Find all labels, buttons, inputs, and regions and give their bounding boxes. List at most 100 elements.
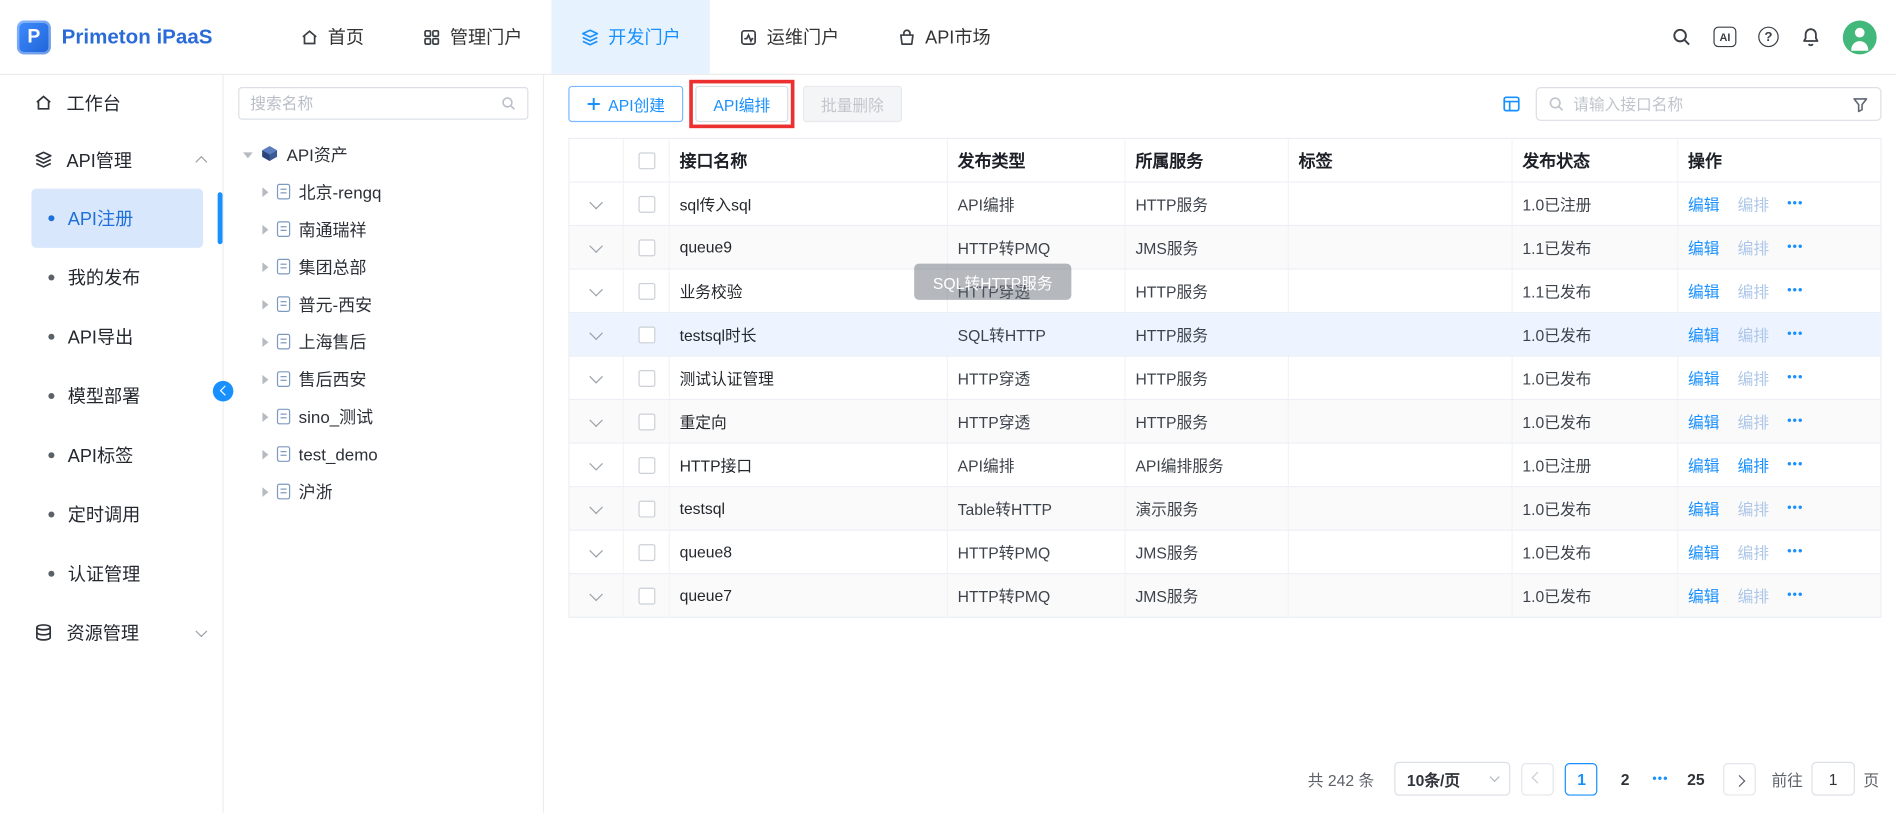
edit-link[interactable]: 编辑 — [1688, 453, 1719, 476]
user-avatar[interactable] — [1843, 20, 1877, 54]
orchestrate-link[interactable]: 编排 — [1738, 279, 1769, 302]
select-all-checkbox[interactable] — [638, 152, 655, 169]
sidebar-collapse-button[interactable] — [213, 381, 234, 402]
tree-node[interactable]: 北京-rengq — [238, 173, 528, 210]
page-number-last[interactable]: 25 — [1680, 762, 1713, 795]
orchestrate-link[interactable]: 编排 — [1738, 192, 1769, 215]
more-actions-icon[interactable]: ••• — [1787, 502, 1803, 515]
table-row[interactable]: 重定向 HTTP穿透 HTTP服务 1.0已发布 编辑编排••• — [570, 400, 1881, 444]
sidebar-item-scheduled-call[interactable]: 定时调用 — [31, 485, 203, 544]
edit-link[interactable]: 编辑 — [1688, 279, 1719, 302]
caret-right-icon[interactable] — [262, 487, 268, 497]
search-icon[interactable] — [1671, 27, 1692, 48]
caret-right-icon[interactable] — [262, 262, 268, 272]
tree-node[interactable]: 售后西安 — [238, 360, 528, 397]
row-expand-icon[interactable] — [589, 587, 603, 601]
ai-assistant-icon[interactable]: AI — [1713, 27, 1736, 48]
caret-down-icon[interactable] — [243, 152, 253, 158]
sidebar-item-api-export[interactable]: API导出 — [31, 307, 203, 366]
caret-right-icon[interactable] — [262, 412, 268, 422]
row-expand-icon[interactable] — [589, 500, 603, 514]
tree-node[interactable]: test_demo — [238, 435, 528, 472]
more-actions-icon[interactable]: ••• — [1787, 589, 1803, 602]
table-row[interactable]: sql传入sql API编排 HTTP服务 1.0已注册 编辑编排••• — [570, 183, 1881, 227]
sidebar-item-workbench[interactable]: 工作台 — [0, 75, 222, 131]
brand[interactable]: P Primeton iPaaS — [0, 0, 239, 74]
table-row[interactable]: queue7 HTTP转PMQ JMS服务 1.0已发布 编辑编排••• — [570, 574, 1881, 618]
goto-page-input[interactable] — [1811, 762, 1855, 796]
row-expand-icon[interactable] — [589, 326, 603, 340]
orchestrate-link[interactable]: 编排 — [1738, 541, 1769, 564]
tree-node[interactable]: 沪浙 — [238, 473, 528, 510]
filter-funnel-icon[interactable] — [1851, 95, 1869, 113]
edit-link[interactable]: 编辑 — [1688, 236, 1719, 259]
more-actions-icon[interactable]: ••• — [1787, 241, 1803, 254]
caret-right-icon[interactable] — [262, 449, 268, 459]
tree-root-api-assets[interactable]: API资产 — [238, 137, 528, 173]
row-expand-icon[interactable] — [589, 456, 603, 470]
api-orchestrate-button[interactable]: API编排 — [695, 86, 788, 122]
caret-right-icon[interactable] — [262, 299, 268, 309]
row-expand-icon[interactable] — [589, 369, 603, 383]
caret-right-icon[interactable] — [262, 374, 268, 384]
sidebar-item-model-deploy[interactable]: 模型部署 — [31, 366, 203, 425]
more-actions-icon[interactable]: ••• — [1787, 328, 1803, 341]
edit-link[interactable]: 编辑 — [1688, 323, 1719, 346]
more-actions-icon[interactable]: ••• — [1787, 197, 1803, 210]
table-row[interactable]: 测试认证管理 HTTP穿透 HTTP服务 1.0已发布 编辑编排••• — [570, 357, 1881, 401]
edit-link[interactable]: 编辑 — [1688, 584, 1719, 607]
edit-link[interactable]: 编辑 — [1688, 497, 1719, 520]
table-row[interactable]: queue8 HTTP转PMQ JMS服务 1.0已发布 编辑编排••• — [570, 531, 1881, 575]
more-actions-icon[interactable]: ••• — [1787, 458, 1803, 471]
table-row[interactable]: HTTP接口 API编排 API编排服务 1.0已注册 编辑编排••• — [570, 444, 1881, 488]
edit-link[interactable]: 编辑 — [1688, 192, 1719, 215]
page-number-2[interactable]: 2 — [1609, 762, 1642, 795]
nav-tab-ops-portal[interactable]: 运维门户 — [710, 0, 868, 74]
row-checkbox[interactable] — [638, 239, 655, 256]
row-checkbox[interactable] — [638, 195, 655, 212]
table-row[interactable]: 业务校验 HTTP穿透 HTTP服务 1.1已发布 编辑编排••• — [570, 270, 1881, 314]
sidebar-item-auth-management[interactable]: 认证管理 — [31, 544, 203, 603]
more-actions-icon[interactable]: ••• — [1787, 284, 1803, 297]
prev-page-button[interactable] — [1522, 762, 1555, 795]
table-row[interactable]: queue9 HTTP转PMQ JMS服务 1.1已发布 编辑编排••• — [570, 226, 1881, 270]
row-checkbox[interactable] — [638, 544, 655, 561]
sidebar-group-api-management[interactable]: API管理 — [0, 131, 222, 189]
page-number-1[interactable]: 1 — [1565, 762, 1598, 795]
sidebar-item-my-publish[interactable]: 我的发布 — [31, 248, 203, 307]
orchestrate-link[interactable]: 编排 — [1738, 497, 1769, 520]
orchestrate-link[interactable]: 编排 — [1738, 323, 1769, 346]
more-actions-icon[interactable]: ••• — [1787, 415, 1803, 428]
sidebar-item-api-register[interactable]: API注册 — [31, 189, 203, 248]
row-checkbox[interactable] — [638, 500, 655, 517]
more-actions-icon[interactable]: ••• — [1787, 545, 1803, 558]
api-create-button[interactable]: API创建 — [568, 86, 683, 122]
next-page-button[interactable] — [1723, 762, 1756, 795]
bell-icon[interactable] — [1800, 27, 1821, 48]
row-expand-icon[interactable] — [589, 543, 603, 557]
orchestrate-link[interactable]: 编排 — [1738, 584, 1769, 607]
tree-node[interactable]: 集团总部 — [238, 248, 528, 285]
tree-node[interactable]: sino_测试 — [238, 398, 528, 435]
row-expand-icon[interactable] — [589, 282, 603, 296]
api-search-input[interactable] — [1573, 95, 1843, 113]
row-expand-icon[interactable] — [589, 195, 603, 209]
row-checkbox[interactable] — [638, 326, 655, 343]
orchestrate-link[interactable]: 编排 — [1738, 410, 1769, 433]
caret-right-icon[interactable] — [262, 187, 268, 197]
row-checkbox[interactable] — [638, 456, 655, 473]
tree-node[interactable]: 上海售后 — [238, 323, 528, 360]
tree-search-input[interactable] — [250, 94, 493, 112]
table-row[interactable]: testsql Table转HTTP 演示服务 1.0已发布 编辑编排••• — [570, 487, 1881, 531]
edit-link[interactable]: 编辑 — [1688, 410, 1719, 433]
search-icon[interactable] — [501, 96, 517, 112]
page-size-select[interactable]: 10条/页 — [1395, 762, 1511, 796]
edit-link[interactable]: 编辑 — [1688, 541, 1719, 564]
row-expand-icon[interactable] — [589, 239, 603, 253]
caret-right-icon[interactable] — [262, 337, 268, 347]
nav-tab-admin-portal[interactable]: 管理门户 — [393, 0, 551, 74]
row-checkbox[interactable] — [638, 413, 655, 430]
orchestrate-link[interactable]: 编排 — [1738, 366, 1769, 389]
search-icon[interactable] — [1548, 96, 1565, 113]
row-checkbox[interactable] — [638, 282, 655, 299]
